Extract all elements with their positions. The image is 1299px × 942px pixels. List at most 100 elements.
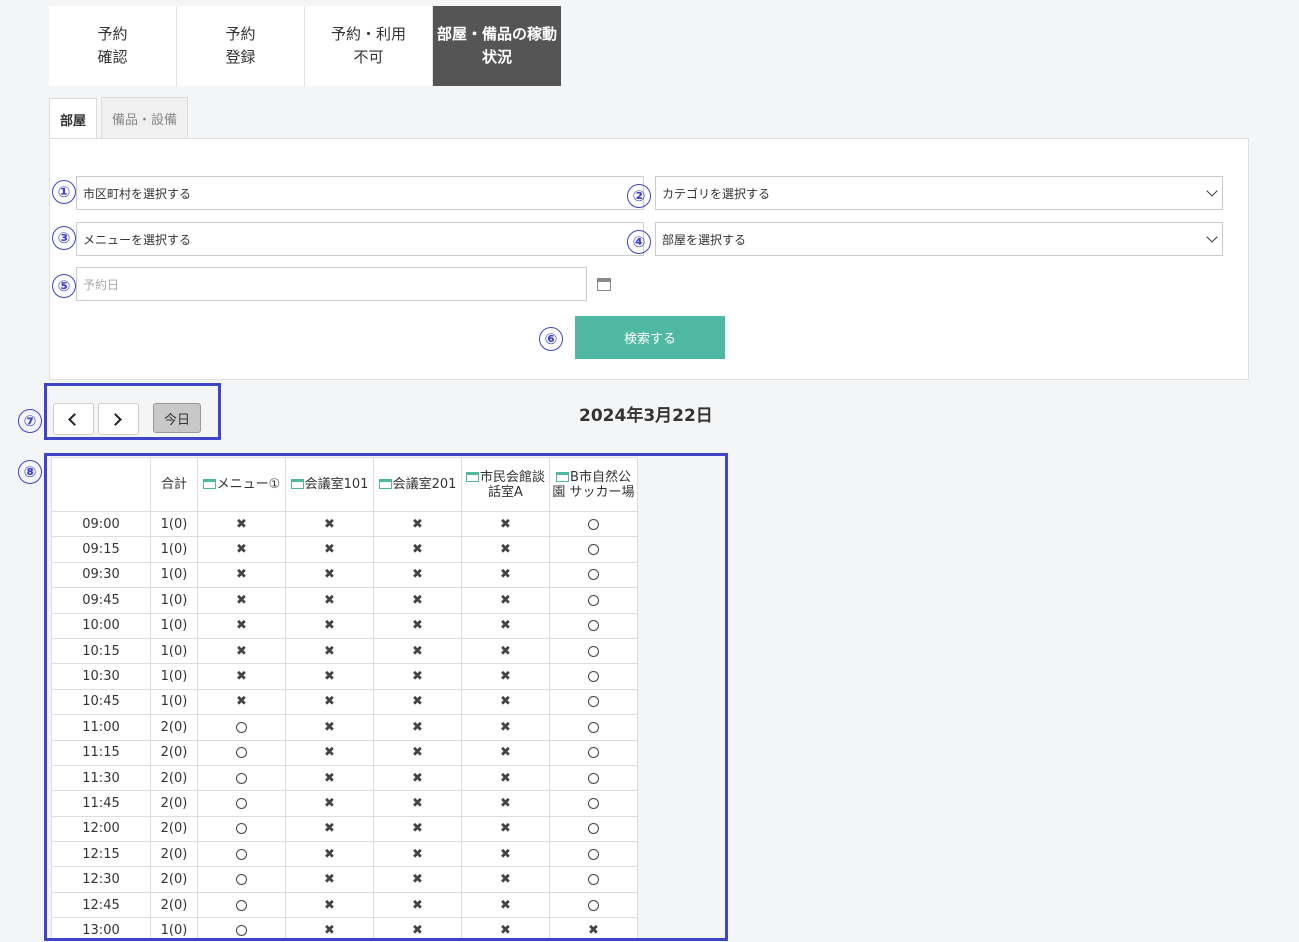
search-button[interactable]: 検索する (575, 316, 725, 359)
slot-cell: ✖ (373, 587, 462, 614)
slot-cell: ✖ (285, 739, 374, 766)
subtab-equipment[interactable]: 備品・設備 (101, 97, 189, 139)
slot-cell[interactable] (549, 790, 638, 817)
slot-cell: ✖ (285, 841, 374, 868)
room-header[interactable]: メニュー① (197, 457, 286, 512)
table-header-row: 合計 メニュー① 会議室101 会議室201 市民会館談話室A B市自然公園 サ… (51, 457, 638, 512)
time-cell: 12:15 (51, 841, 151, 868)
time-cell: 09:45 (51, 587, 151, 614)
room-header[interactable]: 会議室101 (285, 457, 374, 512)
tab-reservation-register[interactable]: 予約 登録 (177, 6, 305, 86)
slot-cell[interactable] (549, 587, 638, 614)
sum-cell: 1(0) (150, 637, 198, 665)
room-header[interactable]: 会議室201 (373, 457, 462, 512)
time-cell: 09:30 (51, 561, 151, 589)
tab-room-equipment-status[interactable]: 部屋・備品の稼動 状況 (433, 6, 561, 86)
slot-cell: ✖ (373, 688, 462, 716)
municipality-select[interactable]: 市区町村を選択する (76, 176, 644, 210)
slot-cell: ✖ (461, 815, 550, 843)
available-icon (588, 645, 599, 657)
next-day-button[interactable] (98, 403, 139, 435)
unavailable-icon: ✖ (324, 821, 335, 837)
sum-cell: 1(0) (150, 536, 198, 563)
slot-cell[interactable] (549, 612, 638, 639)
unavailable-icon: ✖ (412, 694, 423, 710)
slot-cell[interactable] (197, 917, 286, 938)
date-nav: 今日 (44, 383, 221, 440)
unavailable-icon: ✖ (236, 643, 247, 659)
slot-cell[interactable] (197, 714, 286, 741)
slot-cell[interactable] (549, 714, 638, 741)
unavailable-icon: ✖ (412, 872, 423, 888)
reservation-date-input[interactable]: 予約日 (76, 267, 587, 301)
current-date-title: 2024年3月22日 (579, 406, 713, 426)
slot-cell[interactable] (197, 841, 286, 868)
table-row: 12:15 2(0) ✖ ✖ ✖ (51, 841, 638, 868)
slot-cell[interactable] (197, 815, 286, 843)
folder-icon (290, 479, 304, 489)
slot-cell: ✖ (197, 612, 286, 639)
unavailable-icon: ✖ (500, 694, 511, 710)
slot-cell[interactable] (197, 866, 286, 893)
slot-cell: ✖ (461, 764, 550, 792)
menu-select[interactable]: メニューを選択する (76, 222, 644, 256)
unavailable-icon: ✖ (500, 669, 511, 685)
available-icon (588, 797, 599, 809)
tab-unavailable[interactable]: 予約・利用 不可 (305, 6, 433, 86)
unavailable-icon: ✖ (412, 770, 423, 786)
slot-cell[interactable] (549, 815, 638, 843)
room-header[interactable]: B市自然公園 サッカー場 (549, 457, 638, 512)
category-select[interactable]: カテゴリを選択する (655, 176, 1223, 210)
unavailable-icon: ✖ (412, 592, 423, 608)
unavailable-icon: ✖ (412, 618, 423, 634)
unavailable-icon: ✖ (324, 516, 335, 532)
slot-cell[interactable] (197, 891, 286, 919)
slot-cell: ✖ (549, 917, 638, 938)
unavailable-icon: ✖ (588, 922, 599, 938)
time-cell: 11:30 (51, 764, 151, 792)
table-row: 11:30 2(0) ✖ ✖ ✖ (51, 764, 638, 792)
table-row: 09:45 1(0) ✖ ✖ ✖ ✖ (51, 587, 638, 614)
today-button[interactable]: 今日 (153, 403, 201, 433)
available-icon (588, 848, 599, 860)
slot-cell[interactable] (549, 841, 638, 868)
slot-cell: ✖ (461, 891, 550, 919)
room-select[interactable]: 部屋を選択する (655, 222, 1223, 256)
slot-cell: ✖ (373, 612, 462, 639)
slot-cell[interactable] (549, 637, 638, 665)
prev-day-button[interactable] (53, 403, 94, 435)
tab-reservation-confirm[interactable]: 予約 確認 (49, 6, 177, 86)
marker-1: ① (52, 180, 76, 204)
slot-cell[interactable] (197, 739, 286, 766)
subtab-rooms[interactable]: 部屋 (49, 98, 98, 140)
slot-cell[interactable] (549, 739, 638, 766)
calendar-icon[interactable] (597, 278, 611, 291)
sum-cell: 1(0) (150, 587, 198, 614)
unavailable-icon: ✖ (412, 846, 423, 862)
slot-cell[interactable] (549, 663, 638, 690)
sum-header: 合計 (150, 457, 198, 512)
slot-cell[interactable] (549, 866, 638, 893)
slot-cell[interactable] (549, 561, 638, 589)
available-icon (588, 518, 599, 530)
slot-cell[interactable] (549, 764, 638, 792)
unavailable-icon: ✖ (324, 846, 335, 862)
room-header[interactable]: 市民会館談話室A (461, 457, 550, 512)
unavailable-icon: ✖ (412, 669, 423, 685)
slot-cell: ✖ (373, 739, 462, 766)
slot-cell[interactable] (549, 536, 638, 563)
slot-cell[interactable] (549, 891, 638, 919)
time-cell: 09:00 (51, 510, 151, 538)
sub-tabs: 部屋 備品・設備 (49, 97, 192, 140)
table-row: 12:45 2(0) ✖ ✖ ✖ (51, 891, 638, 919)
unavailable-icon: ✖ (500, 542, 511, 558)
slot-cell[interactable] (549, 688, 638, 716)
available-icon (236, 747, 247, 759)
slot-cell[interactable] (549, 510, 638, 538)
slot-cell[interactable] (197, 764, 286, 792)
chevron-down-icon (1206, 185, 1218, 197)
slot-cell: ✖ (285, 891, 374, 919)
unavailable-icon: ✖ (412, 719, 423, 735)
available-icon (588, 569, 599, 581)
slot-cell[interactable] (197, 790, 286, 817)
